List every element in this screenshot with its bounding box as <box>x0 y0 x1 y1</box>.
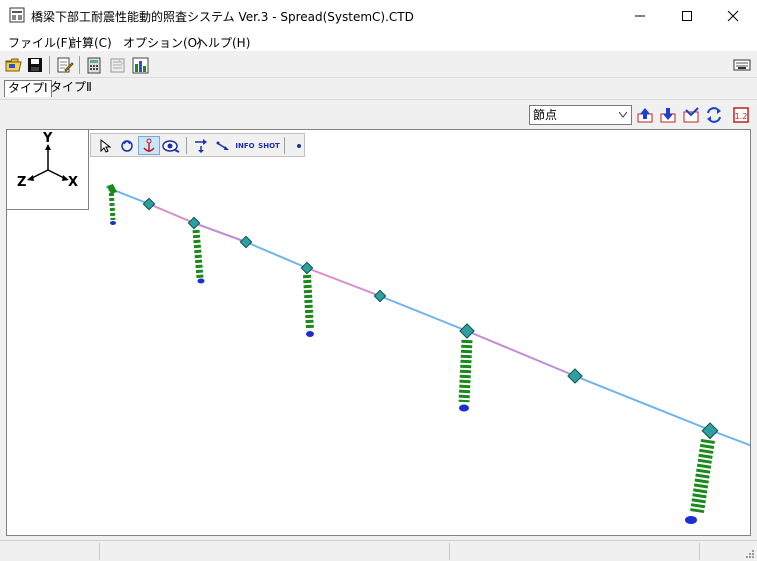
rotate-tool-button[interactable] <box>116 136 138 155</box>
axis-x-label: X <box>68 175 79 190</box>
open-folder-icon <box>5 58 22 72</box>
displacement-tool-button[interactable] <box>190 136 212 155</box>
display-select-value: 節点 <box>533 108 558 122</box>
rotate-hand-icon <box>121 139 133 152</box>
menu-calc[interactable]: 計算(C) <box>70 34 112 51</box>
maximize-button[interactable] <box>664 0 710 31</box>
minimize-icon <box>635 15 645 16</box>
move-arrow-icon <box>216 141 229 150</box>
export-up-button[interactable] <box>635 105 655 125</box>
pier-2 <box>187 216 205 284</box>
report-button[interactable] <box>107 55 127 75</box>
numbering-icon: 1.2 <box>733 107 749 123</box>
input-device-button[interactable] <box>732 55 752 75</box>
pointer-icon <box>100 138 111 153</box>
pier-1 <box>107 184 117 225</box>
menu-bar: ファイル(F) 計算(C) オプション(O) ヘルプ(H) <box>0 31 757 51</box>
calculate-button[interactable] <box>84 55 104 75</box>
save-button[interactable] <box>25 55 45 75</box>
keyboard-icon <box>733 59 751 71</box>
pier-5 <box>685 422 719 524</box>
open-button[interactable] <box>4 55 24 75</box>
menu-help[interactable]: ヘルプ(H) <box>196 34 250 51</box>
displacement-arrow-icon <box>195 138 207 153</box>
shot-label: SHOT <box>258 141 280 150</box>
axis-indicator: Y Z X <box>7 130 89 210</box>
shot-tool-button[interactable]: SHOT <box>258 136 280 155</box>
arrow-up-icon <box>637 108 653 123</box>
vtool-separator <box>284 137 285 154</box>
report-icon <box>110 58 124 72</box>
close-icon <box>727 10 739 21</box>
check-box-icon <box>683 107 699 123</box>
import-down-button[interactable] <box>658 105 678 125</box>
window-title: 橋梁下部工耐震性能動的照査システム Ver.3 - Spread(SystemC… <box>31 10 414 24</box>
resize-grip-icon[interactable] <box>745 549 755 559</box>
bridge-model <box>105 184 750 524</box>
view-toolbar: 節点 1.2 <box>0 99 757 129</box>
refresh-icon <box>707 107 721 123</box>
chart-button[interactable] <box>130 55 150 75</box>
deck-girder <box>105 186 750 447</box>
info-label: INFO <box>235 141 255 150</box>
svg-text:1.2: 1.2 <box>735 112 748 121</box>
toolbar-separator <box>49 56 50 74</box>
status-pane-3 <box>450 543 700 560</box>
number-display-button[interactable]: 1.2 <box>731 105 751 125</box>
toolbar-separator <box>79 56 80 74</box>
maximize-icon <box>682 10 692 21</box>
app-icon <box>9 7 25 23</box>
zoom-tool-button[interactable] <box>160 136 182 155</box>
minimize-btn[interactable] <box>617 0 663 31</box>
anchor-tool-button[interactable] <box>138 136 160 155</box>
deck-nodes <box>142 197 583 384</box>
display-select[interactable]: 節点 <box>529 105 632 125</box>
anchor-icon <box>143 138 155 152</box>
point-tool-button[interactable] <box>288 136 310 155</box>
vtool-separator <box>186 137 187 154</box>
status-bar <box>0 540 757 561</box>
check-button[interactable] <box>681 105 701 125</box>
move-tool-button[interactable] <box>212 136 234 155</box>
chart-icon <box>132 57 148 73</box>
axis-z-label: Z <box>17 175 27 190</box>
menu-file[interactable]: ファイル(F) <box>8 34 72 51</box>
save-icon <box>28 58 42 72</box>
info-tool-button[interactable]: INFO <box>234 136 256 155</box>
viewport-toolbar: INFO SHOT <box>90 133 305 157</box>
axis-y-label: Y <box>43 131 53 146</box>
chevron-down-icon <box>619 112 627 118</box>
menu-options[interactable]: オプション(O) <box>123 34 202 51</box>
edit-document-icon <box>57 57 74 73</box>
refresh-button[interactable] <box>704 105 724 125</box>
arrow-down-icon <box>660 108 676 123</box>
status-pane-2 <box>100 543 450 560</box>
tab-type-2[interactable]: タイプⅡ <box>47 80 95 97</box>
tab-bar: タイプⅠ タイプⅡ <box>0 78 757 98</box>
status-pane-1 <box>0 543 100 560</box>
tab-type-1[interactable]: タイプⅠ <box>4 80 52 97</box>
pier-4 <box>458 323 475 412</box>
close-button[interactable] <box>710 0 756 31</box>
title-bar: 橋梁下部工耐震性能動的照査システム Ver.3 - Spread(SystemC… <box>0 0 757 31</box>
zoom-eye-icon <box>162 139 180 153</box>
model-viewport[interactable]: Y Z X INFO SHOT <box>6 129 751 536</box>
pier-3 <box>300 261 314 337</box>
edit-button[interactable] <box>55 55 75 75</box>
calculator-icon <box>87 57 101 73</box>
dot-icon <box>297 143 301 148</box>
select-tool-button[interactable] <box>94 136 116 155</box>
main-toolbar <box>0 51 757 78</box>
